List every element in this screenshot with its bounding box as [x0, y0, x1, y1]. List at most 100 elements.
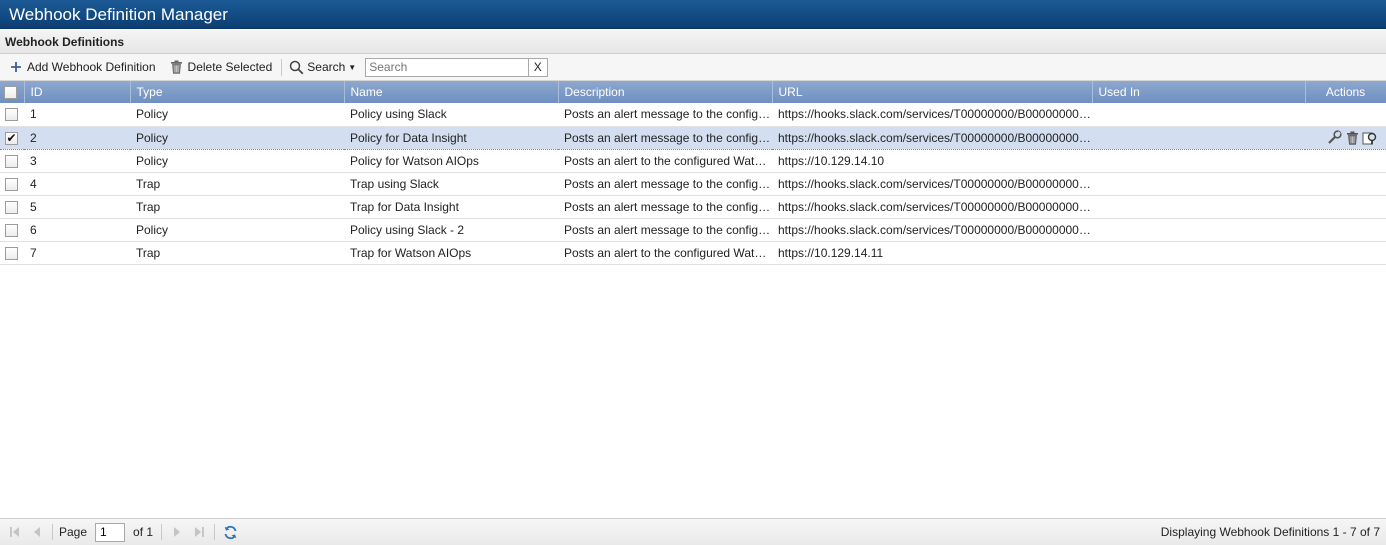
cell-used-in [1092, 172, 1305, 195]
row-select-cell [0, 195, 24, 218]
cell-description: Posts an alert message to the configure.… [564, 199, 772, 214]
cell-name: Policy for Data Insight [350, 130, 467, 145]
cell-actions [1305, 241, 1386, 264]
last-page-icon[interactable] [190, 523, 208, 541]
cell-name: Trap for Watson AIOps [350, 245, 472, 260]
row-select-cell: ✔ [0, 126, 24, 149]
cell-url: https://hooks.slack.com/services/T000000… [778, 176, 1092, 191]
table-row[interactable]: ✔ 2 Policy Policy for Data Insight Posts an … [0, 126, 1386, 149]
table-row[interactable]: 7 Trap Trap for Watson AIOps Posts an alert… [0, 241, 1386, 264]
test-webhook-icon[interactable] [1362, 130, 1378, 146]
pagination-bar: Page of 1 Displaying Webhook Definitions… [0, 518, 1386, 545]
cell-actions [1305, 218, 1386, 241]
plus-icon [8, 59, 24, 75]
delete-selected-button[interactable]: Delete Selected [167, 57, 278, 78]
add-webhook-button[interactable]: Add Webhook Definition [6, 57, 161, 78]
row-select-cell [0, 172, 24, 195]
page-label: Page [59, 525, 88, 539]
cell-id: 2 [30, 130, 37, 145]
table-header-row: ID Type Name Description URL Used In Act… [0, 81, 1386, 103]
window-title: Webhook Definition Manager [0, 0, 1386, 29]
column-header-id[interactable]: ID [24, 81, 131, 103]
delete-selected-label: Delete Selected [187, 60, 273, 74]
column-header-description[interactable]: Description [558, 81, 773, 103]
cell-url: https://hooks.slack.com/services/T000000… [778, 130, 1092, 145]
row-checkbox[interactable] [5, 200, 18, 214]
edit-wrench-icon[interactable] [1326, 130, 1342, 146]
cell-description: Posts an alert message to the configure.… [564, 176, 772, 191]
search-menu-label: Search [307, 60, 346, 74]
cell-name: Policy using Slack [350, 107, 447, 122]
pager-separator [214, 524, 216, 540]
select-all-header [0, 81, 25, 103]
cell-used-in [1092, 241, 1305, 264]
column-header-actions: Actions [1305, 81, 1386, 103]
pager-status: Displaying Webhook Definitions 1 - 7 of … [1160, 525, 1380, 539]
cell-actions [1305, 126, 1386, 149]
cell-actions [1305, 149, 1386, 172]
row-checkbox[interactable] [5, 177, 18, 191]
grid: ID Type Name Description URL Used In Act… [0, 81, 1386, 518]
page-number-input[interactable] [95, 522, 126, 542]
cell-type: Policy [136, 153, 169, 168]
select-all-checkbox[interactable] [4, 86, 17, 100]
delete-trash-icon[interactable] [1344, 130, 1360, 146]
magnifier-icon [288, 59, 304, 75]
column-header-used-in[interactable]: Used In [1092, 81, 1306, 103]
column-header-name[interactable]: Name [344, 81, 559, 103]
first-page-icon[interactable] [6, 523, 24, 541]
cell-type: Policy [136, 222, 169, 237]
row-checkbox[interactable]: ✔ [5, 131, 18, 145]
row-select-cell [0, 149, 24, 172]
cell-type: Policy [136, 107, 169, 122]
refresh-icon[interactable] [221, 523, 239, 541]
cell-name: Policy using Slack - 2 [350, 222, 465, 237]
column-header-url[interactable]: URL [772, 81, 1093, 103]
cell-id: 6 [30, 222, 37, 237]
cell-type: Trap [136, 176, 161, 191]
cell-id: 5 [30, 199, 37, 214]
cell-url: https://hooks.slack.com/services/T000000… [778, 222, 1092, 237]
cell-actions [1305, 195, 1386, 218]
search-menu-button[interactable]: Search ▼ [286, 57, 361, 78]
cell-name: Policy for Watson AIOps [350, 153, 479, 168]
cell-actions [1305, 103, 1386, 126]
table-row[interactable]: 5 Trap Trap for Data Insight Posts an alert… [0, 195, 1386, 218]
row-checkbox[interactable] [5, 246, 18, 260]
row-checkbox[interactable] [5, 223, 18, 237]
panel-title: Webhook Definitions [0, 29, 1386, 54]
clear-search-button[interactable]: X [528, 58, 546, 76]
cell-used-in [1092, 195, 1305, 218]
cell-name: Trap using Slack [350, 176, 439, 191]
previous-page-icon[interactable] [28, 523, 46, 541]
cell-url: https://10.129.14.10 [778, 153, 885, 168]
cell-used-in [1092, 103, 1305, 126]
cell-description: Posts an alert to the configured Watson.… [564, 153, 772, 168]
cell-used-in [1092, 149, 1305, 172]
row-select-cell [0, 218, 24, 241]
column-header-type[interactable]: Type [130, 81, 345, 103]
row-select-cell [0, 103, 24, 126]
trash-icon [169, 59, 185, 75]
cell-description: Posts an alert message to the configure.… [564, 107, 772, 122]
next-page-icon[interactable] [168, 523, 186, 541]
search-input[interactable] [366, 58, 529, 76]
row-checkbox[interactable] [5, 108, 18, 122]
table-row[interactable]: 4 Trap Trap using Slack Posts an alert mess… [0, 172, 1386, 195]
pager-separator [161, 524, 163, 540]
webhook-table: ID Type Name Description URL Used In Act… [0, 81, 1386, 265]
table-row[interactable]: 6 Policy Policy using Slack - 2 Posts an al… [0, 218, 1386, 241]
row-checkbox[interactable] [5, 154, 18, 168]
cell-description: Posts an alert message to the configure.… [564, 130, 772, 145]
table-row[interactable]: 1 Policy Policy using Slack Posts an alert … [0, 103, 1386, 126]
cell-description: Posts an alert message to the configure.… [564, 222, 772, 237]
pager-separator [52, 524, 53, 540]
toolbar-separator [281, 58, 283, 76]
table-row[interactable]: 3 Policy Policy for Watson AIOps Posts an a… [0, 149, 1386, 172]
row-actions [1305, 130, 1386, 146]
add-webhook-label: Add Webhook Definition [27, 60, 156, 74]
cell-used-in [1092, 218, 1305, 241]
cell-id: 3 [30, 153, 37, 168]
cell-url: https://hooks.slack.com/services/T000000… [778, 199, 1092, 214]
cell-type: Policy [136, 130, 169, 145]
